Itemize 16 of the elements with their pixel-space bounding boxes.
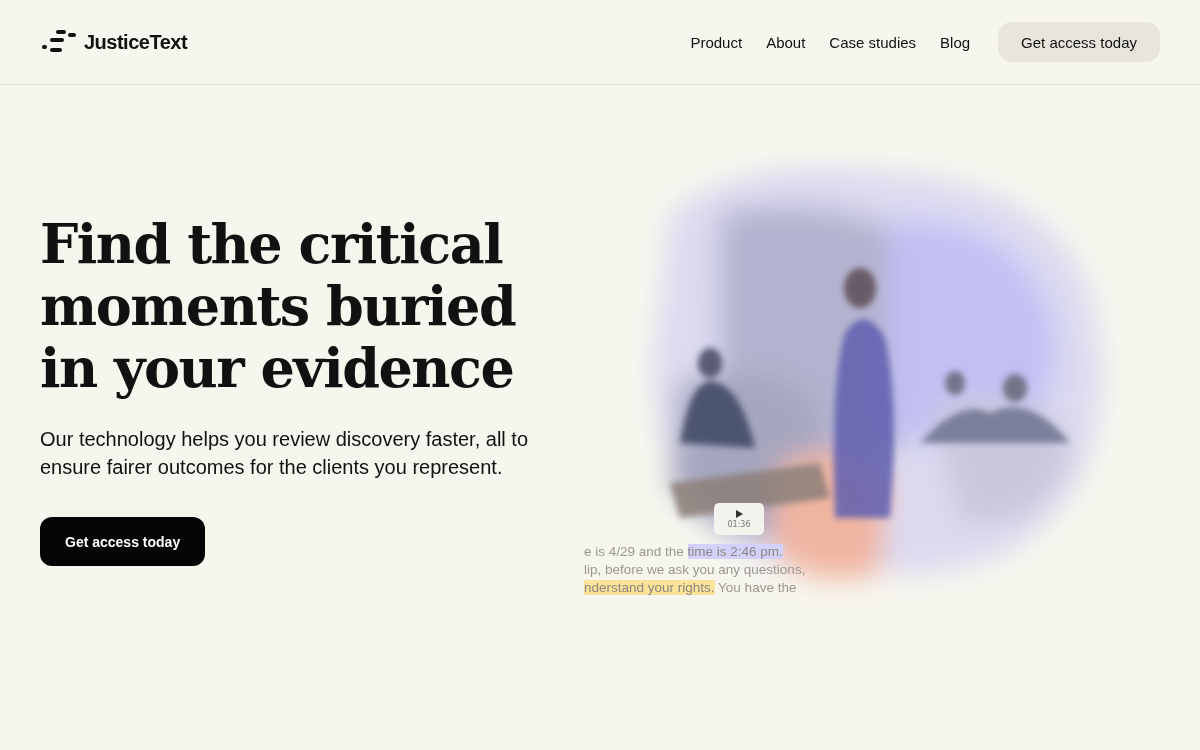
hero-title: Find the critical moments buried in your evidence <box>40 213 517 399</box>
get-access-button[interactable]: Get access today <box>998 22 1160 62</box>
nav-link[interactable]: About <box>766 33 806 51</box>
nav-link[interactable]: Blog <box>940 33 971 51</box>
get-access-button[interactable]: Get access today <box>40 517 206 566</box>
timestamp: 01:36 <box>727 519 751 529</box>
logo-icon <box>42 30 76 54</box>
nav-link[interactable]: Case studies <box>829 33 917 51</box>
transcript-line: lip, before we ask you any questions, <box>584 561 806 579</box>
logo-text: JusticeText <box>84 30 188 54</box>
transcript-line: e is 4/29 and the time is 2:46 pm. <box>584 543 784 561</box>
transcript-line: nderstand your rights. You have the <box>584 579 798 597</box>
video-player-tooltip[interactable]: 01:36 <box>714 503 764 535</box>
hero-subtitle: Our technology helps you review discovery faster, all to ensure fairer outcomes for the clients you represent. <box>40 427 530 480</box>
play-icon <box>735 509 743 518</box>
nav-link[interactable]: Product <box>690 33 743 51</box>
